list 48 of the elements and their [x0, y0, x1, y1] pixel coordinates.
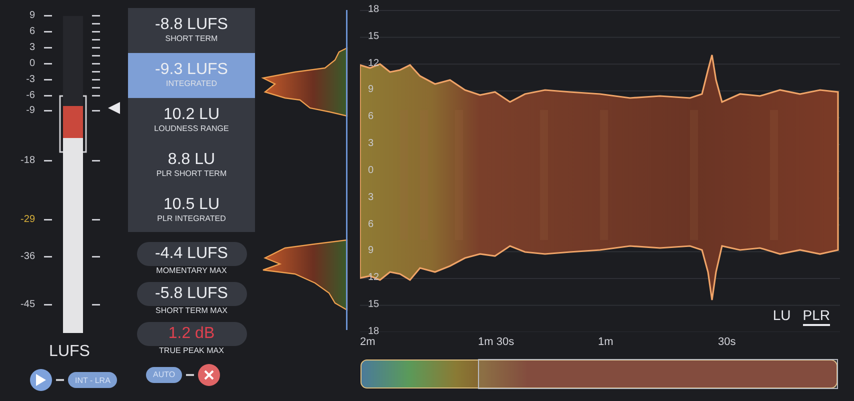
y-axis-label: 6 [368, 218, 375, 231]
max-label: MOMENTARY MAX [156, 266, 227, 276]
unit-label: LUFS [48, 343, 91, 361]
scale-toggle[interactable]: PLR [802, 307, 830, 326]
y-axis-label: 18 [368, 4, 380, 16]
scale-toggle[interactable]: LU [772, 307, 791, 326]
scale-label: -36 [20, 252, 35, 262]
reading-item[interactable]: 10.2 LU LOUDNESS RANGE [128, 98, 255, 142]
scale-label: 6 [29, 27, 35, 37]
time-label: 2m [360, 336, 376, 348]
max-value: -5.8 LUFS [136, 282, 246, 306]
scale-label: 3 [29, 43, 35, 53]
y-axis-label: 9 [368, 84, 375, 96]
max-value: 1.2 dB [136, 322, 246, 346]
scale-label: -18 [20, 156, 35, 166]
play-icon [36, 374, 46, 386]
y-axis-label: 18 [368, 326, 380, 337]
max-value: -4.4 LUFS [136, 242, 246, 266]
selection-window[interactable] [478, 359, 838, 389]
play-button[interactable] [30, 369, 52, 391]
scale-label: -29 [20, 215, 35, 225]
time-label: 30s [718, 336, 736, 348]
reset-button[interactable] [198, 364, 220, 386]
scale-label: -45 [20, 300, 35, 310]
y-axis-label: 12 [368, 58, 380, 70]
max-label: TRUE PEAK MAX [159, 346, 224, 356]
y-axis-label: 0 [368, 164, 375, 177]
reading-item[interactable]: 10.5 LU PLR INTEGRATED [128, 187, 255, 232]
time-label: 1m [598, 336, 614, 348]
y-axis-label: 3 [368, 138, 375, 150]
max-label: SHORT TERM MAX [155, 306, 228, 316]
y-axis-label: 6 [368, 111, 375, 124]
y-axis-label: 15 [368, 30, 380, 43]
y-axis-label: 15 [368, 299, 380, 312]
time-label: 1m 30s [478, 336, 514, 348]
y-axis-label: 12 [368, 272, 380, 284]
reading-item[interactable]: -8.8 LUFS SHORT TERM [128, 8, 255, 53]
reading-item[interactable]: 8.8 LU PLR SHORT TERM [128, 142, 255, 188]
scale-label: -3 [26, 75, 35, 85]
y-axis-label: 9 [368, 245, 375, 258]
scale-label: -9 [26, 106, 35, 116]
y-axis-label: 3 [368, 192, 375, 204]
scale-label: 0 [29, 59, 35, 69]
scale-label: 9 [29, 11, 35, 21]
close-icon [204, 370, 214, 380]
range-bracket-drawing [58, 95, 88, 153]
target-marker-icon [108, 102, 120, 114]
scale-label: -6 [26, 91, 35, 101]
